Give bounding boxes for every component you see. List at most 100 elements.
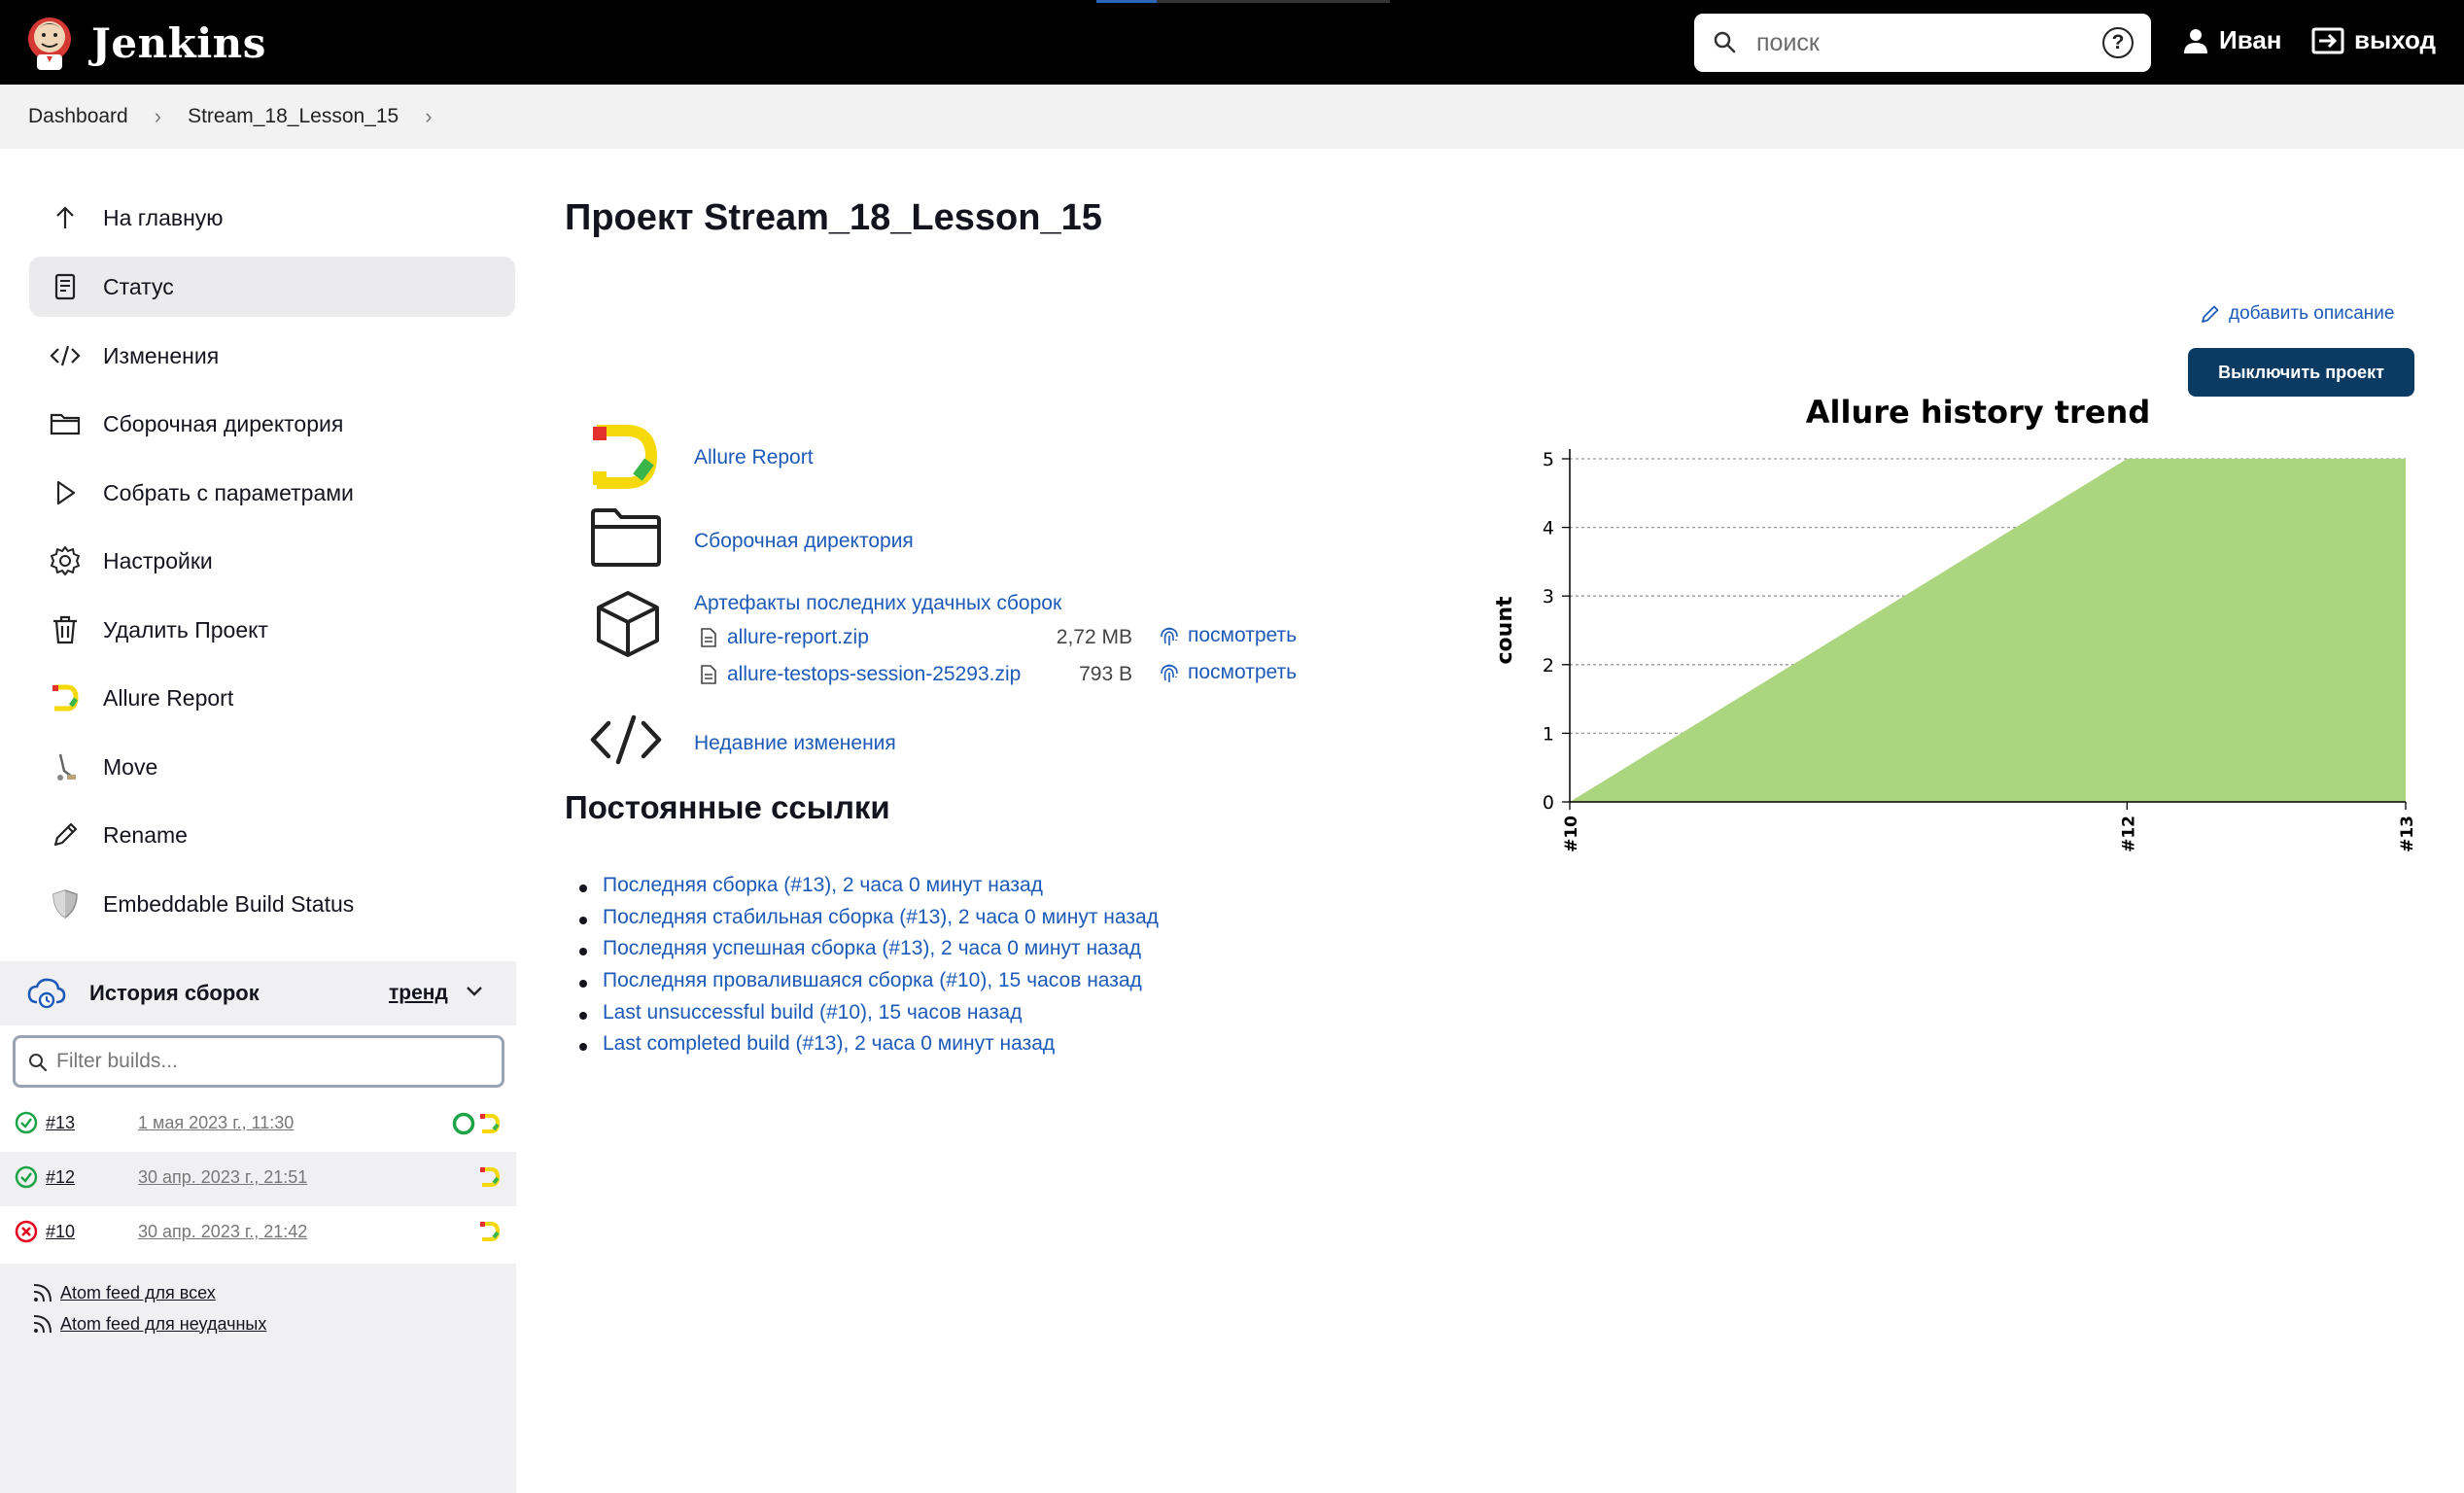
file-icon (701, 665, 716, 684)
failed-status-icon (15, 1220, 38, 1243)
sidebar-item-move[interactable]: Move (29, 737, 515, 797)
sidebar: На главную Статус Изменения Сборочная ди… (0, 149, 525, 1493)
build-badges (478, 1220, 502, 1243)
app-name: Jenkins (91, 18, 266, 67)
arrow-up-icon (56, 206, 74, 228)
jenkins-butler-icon (28, 17, 71, 70)
permalink-item[interactable]: Last unsuccessful build (#10), 15 часов … (579, 1001, 1159, 1033)
file-icon (701, 628, 716, 647)
pencil-icon (53, 822, 78, 847)
artifacts-title-link[interactable]: Артефакты последних удачных сборок (694, 592, 1061, 615)
atom-feed-failed-link[interactable]: Atom feed для неудачных (31, 1312, 266, 1336)
chevron-down-icon[interactable] (465, 985, 484, 998)
sidebar-item-workspace[interactable]: Сборочная директория (29, 394, 515, 454)
testops-icon[interactable] (451, 1111, 476, 1136)
add-description-link[interactable]: добавить описание (2200, 303, 2394, 325)
code-icon (50, 345, 81, 366)
artifact-size: 2,72 MB (1056, 626, 1132, 648)
sidebar-item-label: Статус (103, 273, 174, 299)
build-row: #13 1 мая 2023 г., 11:30 (0, 1097, 516, 1152)
sidebar-item-allure-report[interactable]: Allure Report (29, 668, 515, 728)
artifact-view-link[interactable]: посмотреть (1159, 624, 1297, 647)
help-icon[interactable]: ? (2102, 27, 2134, 58)
build-row: #12 30 апр. 2023 г., 21:51 (0, 1152, 516, 1206)
code-icon[interactable] (589, 713, 663, 766)
sidebar-item-label: На главную (103, 204, 224, 230)
x-tick-label: #10 (1562, 816, 1581, 852)
sidebar-item-home[interactable]: На главную (29, 188, 515, 248)
build-history-header: История сборок тренд (0, 961, 516, 1025)
folder-icon[interactable] (590, 507, 662, 568)
build-row: #10 30 апр. 2023 г., 21:42 (0, 1206, 516, 1261)
breadcrumb-project[interactable]: Stream_18_Lesson_15 (188, 105, 399, 128)
sidebar-item-delete-project[interactable]: Удалить Проект (29, 600, 515, 660)
artifact-view-link[interactable]: посмотреть (1159, 661, 1297, 684)
permalinks-heading: Постоянные ссылки (565, 789, 890, 825)
build-date-link[interactable]: 30 апр. 2023 г., 21:42 (138, 1222, 307, 1242)
build-number-link[interactable]: #13 (46, 1113, 75, 1133)
sidebar-item-settings[interactable]: Настройки (29, 531, 515, 591)
artifact-link[interactable]: allure-report.zip (727, 626, 869, 649)
build-date-link[interactable]: 30 апр. 2023 г., 21:51 (138, 1167, 307, 1188)
search-box[interactable]: ? (1694, 14, 2151, 72)
feed-label: Atom feed для всех (60, 1282, 216, 1302)
build-number-link[interactable]: #12 (46, 1167, 75, 1188)
rss-icon (33, 1315, 52, 1334)
logout-label: выход (2354, 25, 2437, 54)
allure-report-link[interactable]: Allure Report (694, 446, 814, 469)
sidebar-item-label: Настройки (103, 547, 213, 573)
allure-icon (52, 684, 79, 712)
success-status-icon (15, 1165, 38, 1189)
user-name: Иван (2219, 25, 2282, 54)
permalink-item[interactable]: Последняя стабильная сборка (#13), 2 час… (579, 906, 1159, 938)
chevron-right-icon[interactable]: › (425, 104, 432, 129)
y-tick-label: 1 (1543, 723, 1554, 745)
permalink-item[interactable]: Последняя провалившаяся сборка (#10), 15… (579, 969, 1159, 1001)
sidebar-item-label: Удалить Проект (103, 616, 268, 642)
search-icon (29, 1054, 48, 1072)
sidebar-item-label: Изменения (103, 342, 220, 368)
feeds-panel: Atom feed для всех Atom feed для неудачн… (0, 1264, 516, 1493)
allure-icon[interactable] (478, 1165, 502, 1189)
y-axis-label: count (1493, 596, 1517, 664)
sidebar-item-label: Embeddable Build Status (103, 890, 355, 917)
rss-icon (33, 1284, 52, 1302)
artifact-row: allure-testops-session-25293.zip (700, 663, 1021, 686)
folder-icon (50, 413, 81, 435)
allure-history-trend-chart[interactable]: Allure history trend 0 1 2 3 4 5 #10 #12 #13 count (1487, 384, 2440, 870)
sidebar-item-changes[interactable]: Изменения (29, 326, 515, 386)
allure-icon[interactable] (478, 1112, 502, 1135)
sidebar-item-embeddable-build-status[interactable]: Embeddable Build Status (29, 874, 515, 934)
allure-icon[interactable] (478, 1220, 502, 1243)
sidebar-item-build-with-params[interactable]: Собрать с параметрами (29, 463, 515, 523)
pencil-icon (2202, 305, 2219, 323)
sidebar-item-rename[interactable]: Rename (29, 805, 515, 865)
view-label: посмотреть (1188, 624, 1298, 646)
package-icon (597, 591, 659, 657)
allure-report-icon[interactable] (591, 425, 661, 489)
permalink-item[interactable]: Last completed build (#13), 2 часа 0 мин… (579, 1032, 1159, 1064)
logout-link[interactable]: выход (2311, 25, 2436, 55)
search-input[interactable] (1756, 25, 2077, 60)
jenkins-logo[interactable]: Jenkins (25, 14, 266, 72)
workspace-link[interactable]: Сборочная директория (694, 530, 914, 553)
artifact-link[interactable]: allure-testops-session-25293.zip (727, 663, 1021, 686)
build-badges (451, 1111, 502, 1136)
build-date-link[interactable]: 1 мая 2023 г., 11:30 (138, 1113, 294, 1133)
filter-builds-field[interactable] (13, 1035, 504, 1088)
user-menu[interactable]: Иван (2182, 25, 2282, 55)
build-badges (478, 1165, 502, 1189)
build-history-title: История сборок (89, 981, 260, 1005)
y-tick-label: 5 (1543, 449, 1554, 470)
sidebar-item-label: Allure Report (103, 684, 234, 711)
sidebar-item-status[interactable]: Статус (29, 257, 515, 317)
atom-feed-all-link[interactable]: Atom feed для всех (31, 1281, 216, 1304)
permalink-item[interactable]: Последняя успешная сборка (#13), 2 часа … (579, 937, 1159, 969)
trend-link[interactable]: тренд (389, 982, 448, 1005)
breadcrumb-dashboard[interactable]: Dashboard (28, 105, 128, 128)
filter-builds-input[interactable] (56, 1048, 465, 1075)
recent-changes-link[interactable]: Недавние изменения (694, 732, 896, 755)
build-number-link[interactable]: #10 (46, 1222, 75, 1242)
y-tick-label: 4 (1543, 518, 1554, 539)
permalink-item[interactable]: Последняя сборка (#13), 2 часа 0 минут н… (579, 874, 1159, 906)
